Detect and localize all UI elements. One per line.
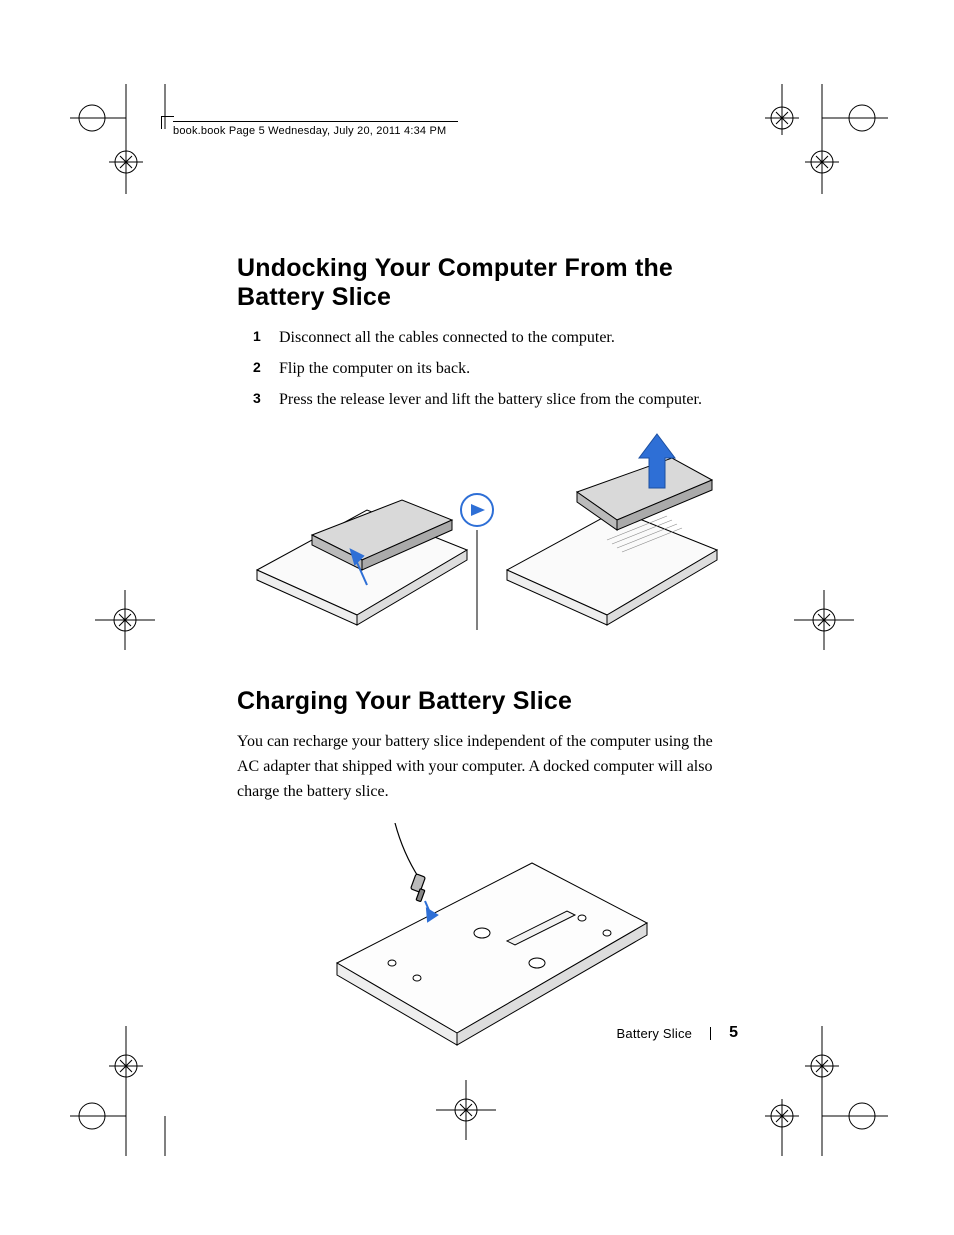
crop-mark-mid-right [794,590,864,650]
step-1: Disconnect all the cables connected to t… [279,326,737,351]
crop-mark-bottom-left [70,1026,180,1156]
crop-mark-mid-left [95,590,165,650]
steps-list: Disconnect all the cables connected to t… [237,326,737,412]
crop-mark-top-right [758,84,888,194]
footer-page-number: 5 [729,1024,738,1042]
crop-mark-bottom-center [436,1080,506,1140]
undock-illustration [247,430,727,640]
footer-separator [710,1027,711,1040]
footer-section-name: Battery Slice [617,1026,693,1041]
running-head: book.book Page 5 Wednesday, July 20, 201… [173,121,458,137]
charging-body: You can recharge your battery slice inde… [237,730,737,804]
crop-mark-top-left [70,84,180,194]
content-column: Undocking Your Computer From the Battery… [237,254,737,1088]
page-footer: Battery Slice 5 [617,1024,738,1042]
page: book.book Page 5 Wednesday, July 20, 201… [0,0,954,1235]
step-3: Press the release lever and lift the bat… [279,388,737,413]
step-2: Flip the computer on its back. [279,357,737,382]
heading-charging: Charging Your Battery Slice [237,687,737,716]
heading-undocking: Undocking Your Computer From the Battery… [237,254,737,312]
figure-charging [237,823,737,1058]
crop-mark-bottom-right [758,1026,888,1156]
figure-undocking [237,430,737,645]
charging-illustration [307,823,667,1053]
